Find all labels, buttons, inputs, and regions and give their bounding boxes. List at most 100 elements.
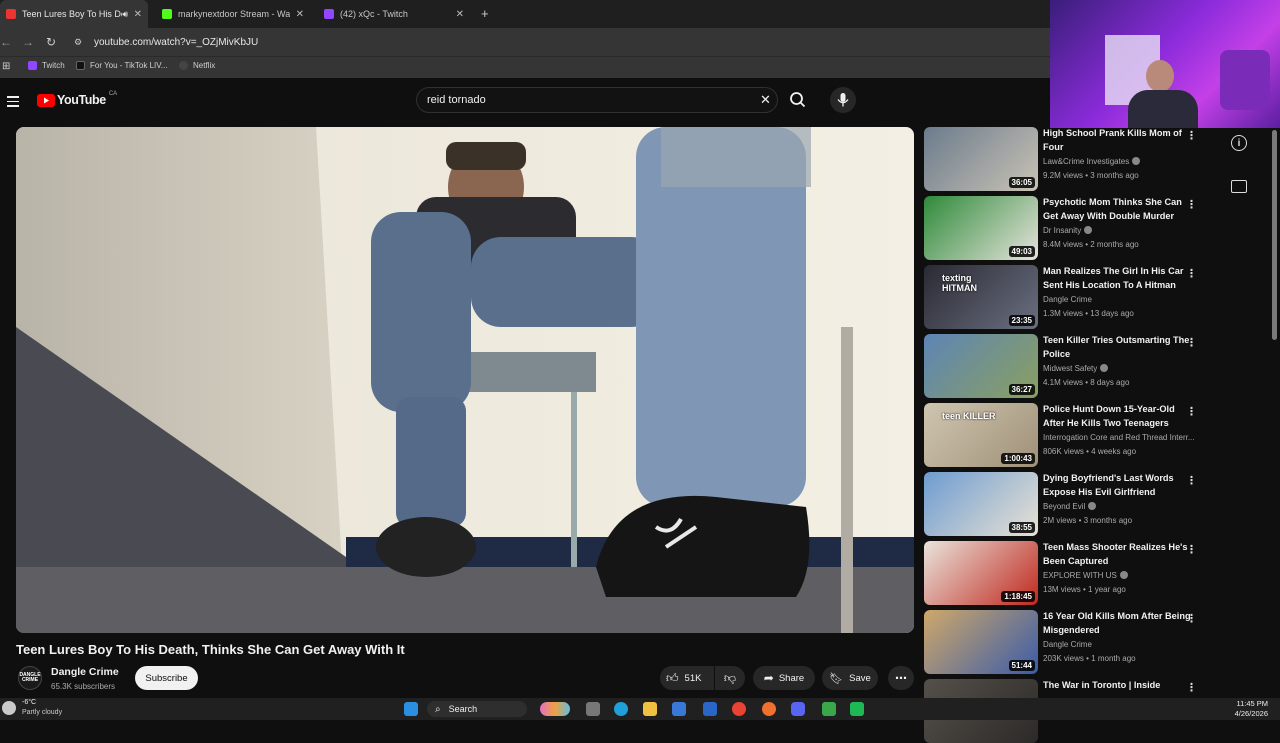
- video-thumbnail[interactable]: 51:44: [924, 610, 1038, 674]
- taskbar-search[interactable]: ⌕ Search: [427, 701, 527, 717]
- webcam-overlay: [1050, 0, 1280, 128]
- windows-start-icon[interactable]: [404, 702, 418, 716]
- file-explorer-icon[interactable]: [643, 702, 657, 716]
- more-vertical-icon[interactable]: ⋮: [1186, 681, 1197, 694]
- more-vertical-icon[interactable]: ⋮: [1186, 129, 1197, 142]
- subscribe-button[interactable]: Subscribe: [135, 666, 198, 690]
- recommendation-item[interactable]: 38:55 Dying Boyfriend's Last Words Expose…: [924, 472, 1204, 536]
- youtube-logo[interactable]: YouTube CA: [37, 91, 117, 107]
- recommendation-item[interactable]: 49:03 Psychotic Mom Thinks She Can Get Aw…: [924, 196, 1204, 260]
- recommendation-title[interactable]: High School Prank Kills Mom of Four: [1043, 127, 1195, 154]
- site-info-icon[interactable]: ⚙︎: [74, 37, 82, 48]
- soundcloud-icon[interactable]: [762, 702, 776, 716]
- close-tab-icon[interactable]: ✕: [296, 9, 304, 20]
- bookmark-icon: 🔖︎: [829, 672, 844, 685]
- more-vertical-icon[interactable]: ⋮: [1186, 336, 1197, 349]
- recommendation-title[interactable]: Dying Boyfriend's Last Words Expose His …: [1043, 472, 1195, 499]
- clear-search-icon[interactable]: ✕: [760, 92, 771, 108]
- tab-label: Teen Lures Boy To His Death: [22, 9, 122, 19]
- channel-name[interactable]: Dangle Crime: [51, 666, 119, 678]
- channel-avatar[interactable]: DANGLE CRIME: [18, 666, 42, 690]
- recommendation-item[interactable]: 51:44 16 Year Old Kills Mom After Being M…: [924, 610, 1204, 674]
- video-thumbnail[interactable]: texting HITMAN 23:35: [924, 265, 1038, 329]
- save-button[interactable]: 🔖︎ Save: [822, 666, 878, 690]
- speaker-icon[interactable]: 🔊︎: [122, 9, 128, 20]
- hamburger-menu-icon[interactable]: [7, 93, 19, 110]
- more-vertical-icon[interactable]: ⋮: [1186, 612, 1197, 625]
- task-view-icon[interactable]: [586, 702, 600, 716]
- chrome-icon[interactable]: [732, 702, 746, 716]
- recommendation-channel[interactable]: Midwest Safety: [1043, 364, 1197, 373]
- recommendation-item[interactable]: texting HITMAN 23:35 Man Realizes The Girl…: [924, 265, 1204, 329]
- recommendation-channel[interactable]: EXPLORE WITH US: [1043, 571, 1197, 580]
- recommendation-title[interactable]: The War in Toronto | Inside: [1043, 679, 1195, 693]
- tab-twitch-xqc[interactable]: (42) xQc - Twitch ✕: [318, 0, 470, 28]
- recommendation-meta: 806K views • 4 weeks ago: [1043, 447, 1137, 456]
- recommendation-item[interactable]: 1:18:45 Teen Mass Shooter Realizes He's B…: [924, 541, 1204, 605]
- edge-icon[interactable]: [614, 702, 628, 716]
- video-thumbnail[interactable]: teen KILLER 1:00:43: [924, 403, 1038, 467]
- bookmark-netflix[interactable]: Netflix: [179, 61, 215, 70]
- more-vertical-icon[interactable]: ⋮: [1186, 267, 1197, 280]
- recommendation-channel[interactable]: Dangle Crime: [1043, 295, 1197, 304]
- more-vertical-icon[interactable]: ⋮: [1186, 543, 1197, 556]
- recommendation-channel[interactable]: Dangle Crime: [1043, 640, 1197, 649]
- back-arrow-icon[interactable]: ←: [0, 35, 12, 49]
- spotify-icon[interactable]: [850, 702, 864, 716]
- info-icon[interactable]: i: [1231, 135, 1247, 151]
- video-thumbnail[interactable]: 38:55: [924, 472, 1038, 536]
- voice-search-button[interactable]: [830, 87, 856, 113]
- recommendation-item[interactable]: The War in Toronto | Inside ⋮: [924, 679, 1204, 743]
- new-tab-icon[interactable]: +: [481, 6, 489, 21]
- recommendation-channel[interactable]: Dr Insanity: [1043, 226, 1197, 235]
- video-thumbnail[interactable]: 49:03: [924, 196, 1038, 260]
- recommendation-title[interactable]: 16 Year Old Kills Mom After Being Misgen…: [1043, 610, 1195, 637]
- recommendation-item[interactable]: teen KILLER 1:00:43 Police Hunt Down 15-Ye…: [924, 403, 1204, 467]
- tab-kick-stream[interactable]: markynextdoor Stream - Watch ✕: [156, 0, 310, 28]
- recommendation-item[interactable]: 36:27 Teen Killer Tries Outsmarting The P…: [924, 334, 1204, 398]
- clock-date[interactable]: 4/26/2026: [1226, 709, 1268, 718]
- channel-name: Dangle Crime: [1043, 640, 1092, 649]
- url-field[interactable]: youtube.com/watch?v=_OZjMivKbJU: [94, 37, 258, 48]
- like-button[interactable]: 👍︎ 51K: [660, 666, 714, 690]
- search-input[interactable]: reid tornado ✕: [416, 87, 778, 113]
- page-scrollbar[interactable]: [1272, 130, 1277, 340]
- recommendation-title[interactable]: Teen Killer Tries Outsmarting The Police: [1043, 334, 1195, 361]
- more-vertical-icon[interactable]: ⋮: [1186, 474, 1197, 487]
- search-button[interactable]: [785, 87, 811, 113]
- share-button[interactable]: ➦ Share: [753, 666, 815, 690]
- bookmark-tiktok[interactable]: For You - TikTok LIV...: [76, 61, 168, 70]
- recommendation-title[interactable]: Teen Mass Shooter Realizes He's Been Cap…: [1043, 541, 1195, 568]
- recommendation-title[interactable]: Police Hunt Down 15-Year-Old After He Ki…: [1043, 403, 1195, 430]
- xbox-icon[interactable]: [822, 702, 836, 716]
- dislike-button[interactable]: 👎︎: [715, 666, 745, 690]
- mail-icon[interactable]: [703, 702, 717, 716]
- search-highlight-icon[interactable]: [540, 702, 570, 716]
- apps-grid-icon[interactable]: ⊞: [2, 61, 10, 72]
- more-vertical-icon[interactable]: ⋮: [1186, 198, 1197, 211]
- close-tab-icon[interactable]: ✕: [456, 9, 464, 20]
- recommendation-channel[interactable]: Law&Crime Investigates: [1043, 157, 1197, 166]
- chat-icon[interactable]: [1231, 180, 1247, 193]
- forward-arrow-icon[interactable]: →: [22, 35, 34, 49]
- video-thumbnail[interactable]: 36:27: [924, 334, 1038, 398]
- close-tab-icon[interactable]: ✕: [134, 9, 142, 20]
- bookmark-label: Twitch: [42, 61, 65, 70]
- recommendation-item[interactable]: 36:05 High School Prank Kills Mom of Four…: [924, 127, 1204, 191]
- recommendation-channel[interactable]: Interrogation Core and Red Thread Interr…: [1043, 433, 1197, 442]
- recommendation-title[interactable]: Psychotic Mom Thinks She Can Get Away Wi…: [1043, 196, 1195, 223]
- more-actions-button[interactable]: ⋯: [888, 666, 914, 690]
- video-thumbnail[interactable]: 1:18:45: [924, 541, 1038, 605]
- bookmark-twitch[interactable]: Twitch: [28, 61, 65, 70]
- video-thumbnail[interactable]: 36:05: [924, 127, 1038, 191]
- recommendation-title[interactable]: Man Realizes The Girl In His Car Sent Hi…: [1043, 265, 1195, 292]
- more-vertical-icon[interactable]: ⋮: [1186, 405, 1197, 418]
- address-bar-row: ← → ↻ ⚙︎ youtube.com/watch?v=_OZjMivKbJU: [0, 28, 1050, 56]
- recommendation-channel[interactable]: Beyond Evil: [1043, 502, 1197, 511]
- store-icon[interactable]: [672, 702, 686, 716]
- clock-time[interactable]: 11:45 PM: [1234, 699, 1268, 708]
- reload-icon[interactable]: ↻: [46, 35, 56, 49]
- tab-youtube-video[interactable]: Teen Lures Boy To His Death 🔊︎ ✕: [0, 0, 148, 28]
- discord-icon[interactable]: [791, 702, 805, 716]
- video-player[interactable]: [16, 127, 914, 633]
